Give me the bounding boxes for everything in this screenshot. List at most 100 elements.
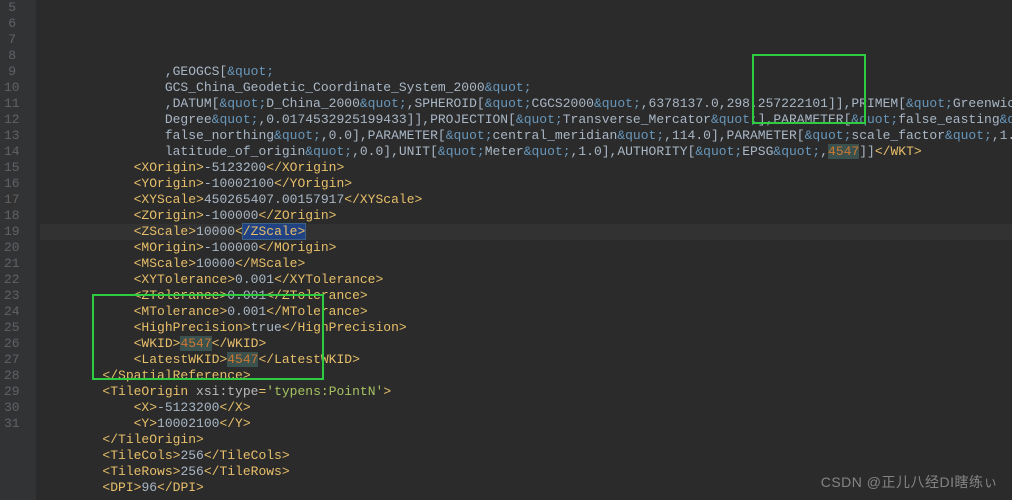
code-line[interactable]: <LatestWKID>4547</LatestWKID> — [40, 352, 1012, 368]
line-number: 27 — [4, 352, 16, 368]
line-number: 7 — [4, 32, 16, 48]
token: , — [820, 144, 828, 159]
token: Degree — [165, 112, 212, 127]
code-area[interactable]: ,GEOGCS[&quot; GCS_China_Geodetic_Coordi… — [36, 0, 1012, 500]
code-line[interactable]: ,DATUM[&quot;D_China_2000&quot;,SPHEROID… — [40, 96, 1012, 112]
code-line[interactable]: </TileOrigin> — [40, 432, 1012, 448]
token: </WKT> — [875, 144, 922, 159]
token: <MTolerance> — [134, 304, 228, 319]
token: /ZScale> — [243, 224, 305, 239]
code-line[interactable]: <MScale>10000</MScale> — [40, 256, 1012, 272]
token: 450265407.00157917 — [204, 192, 344, 207]
token: D_China_2000 — [266, 96, 360, 111]
line-number: 29 — [4, 384, 16, 400]
token: 0.001 — [235, 272, 274, 287]
token: CGCS2000 — [532, 96, 594, 111]
token: </MTolerance> — [266, 304, 367, 319]
token: ,6378137.0,298.257222101]],PRIMEM[ — [641, 96, 906, 111]
code-editor[interactable]: 5678910111213141516171819202122232425262… — [0, 0, 1012, 500]
token: &quot; — [851, 112, 898, 127]
line-number-gutter: 5678910111213141516171819202122232425262… — [0, 0, 24, 500]
token: ,0.0],UNIT[ — [352, 144, 438, 159]
code-line[interactable]: Degree&quot;,0.0174532925199433]],PROJEC… — [40, 112, 1012, 128]
token: </MScale> — [235, 256, 305, 271]
token: 10000 — [196, 256, 235, 271]
token: &quot; — [906, 96, 953, 111]
token: <ZOrigin> — [134, 208, 204, 223]
line-number: 11 — [4, 96, 16, 112]
token: 4547 — [828, 144, 859, 159]
watermark: CSDN @正儿八经DI瞎练ぃ — [821, 474, 998, 490]
token: </ZTolerance> — [266, 288, 367, 303]
token: <TileCols> — [102, 448, 180, 463]
token: ,DATUM[ — [165, 96, 220, 111]
code-line[interactable]: <TileOrigin xsi:type='typens:PointN'> — [40, 384, 1012, 400]
token: -10002100 — [204, 176, 274, 191]
token: </ZOrigin> — [258, 208, 336, 223]
token: &quot; — [212, 112, 259, 127]
token: </DPI> — [157, 480, 204, 495]
code-line[interactable]: <XYTolerance>0.001</XYTolerance> — [40, 272, 1012, 288]
line-number: 15 — [4, 160, 16, 176]
token: <MScale> — [134, 256, 196, 271]
code-line[interactable]: <YOrigin>-10002100</YOrigin> — [40, 176, 1012, 192]
token: </TileRows> — [204, 464, 290, 479]
line-number: 16 — [4, 176, 16, 192]
token: ,SPHEROID[ — [407, 96, 485, 111]
token: ]] — [859, 144, 875, 159]
token: &quot; — [594, 96, 641, 111]
token: 10002100 — [157, 416, 219, 431]
code-line[interactable]: <ZTolerance>0.001</ZTolerance> — [40, 288, 1012, 304]
line-number: 13 — [4, 128, 16, 144]
token: &quot; — [945, 128, 992, 143]
code-line[interactable]: </SpatialReference> — [40, 368, 1012, 384]
token: 0.001 — [227, 304, 266, 319]
token: <TileOrigin — [102, 384, 196, 399]
code-line[interactable]: <ZScale>10000</ZScale> — [40, 224, 1012, 240]
code-line[interactable]: <MTolerance>0.001</MTolerance> — [40, 304, 1012, 320]
token: ,114.0],PARAMETER[ — [664, 128, 804, 143]
token: &quot; — [219, 96, 266, 111]
code-line[interactable]: <ZOrigin>-100000</ZOrigin> — [40, 208, 1012, 224]
code-line[interactable]: <TileCols>256</TileCols> — [40, 448, 1012, 464]
code-line[interactable]: <HighPrecision>true</HighPrecision> — [40, 320, 1012, 336]
token: 'typens:PointN' — [266, 384, 383, 399]
token: </LatestWKID> — [258, 352, 359, 367]
code-line[interactable]: <XYScale>450265407.00157917</XYScale> — [40, 192, 1012, 208]
code-line[interactable]: <X>-5123200</X> — [40, 400, 1012, 416]
token: <ZScale> — [134, 224, 196, 239]
line-number: 26 — [4, 336, 16, 352]
line-number: 25 — [4, 320, 16, 336]
token: scale_factor — [851, 128, 945, 143]
token: &quot; — [227, 64, 274, 79]
code-line[interactable]: GCS_China_Geodetic_Coordinate_System_200… — [40, 80, 1012, 96]
token: ,1.0],PARAMETE — [992, 128, 1012, 143]
token: </TileCols> — [204, 448, 290, 463]
code-line[interactable]: ,GEOGCS[&quot; — [40, 64, 1012, 80]
token: </MOrigin> — [258, 240, 336, 255]
token: 4547 — [227, 352, 258, 367]
line-number: 5 — [4, 0, 16, 16]
token: -5123200 — [204, 160, 266, 175]
line-number: 10 — [4, 80, 16, 96]
line-number: 24 — [4, 304, 16, 320]
token: <LatestWKID> — [134, 352, 228, 367]
token: 256 — [180, 464, 203, 479]
token: -100000 — [204, 208, 259, 223]
token: </WKID> — [212, 336, 267, 351]
code-line[interactable]: false_northing&quot;,0.0],PARAMETER[&quo… — [40, 128, 1012, 144]
token: <MOrigin> — [134, 240, 204, 255]
token: &quot; — [711, 112, 758, 127]
code-line[interactable]: <Y>10002100</Y> — [40, 416, 1012, 432]
token: </XOrigin> — [266, 160, 344, 175]
code-line[interactable]: <WKID>4547</WKID> — [40, 336, 1012, 352]
token: GCS_China_Geodetic_Coordinate_System_200… — [165, 80, 485, 95]
token: <X> — [134, 400, 157, 415]
token: &quot; — [773, 144, 820, 159]
line-number: 17 — [4, 192, 16, 208]
code-line[interactable]: latitude_of_origin&quot;,0.0],UNIT[&quot… — [40, 144, 1012, 160]
code-line[interactable]: <MOrigin>-100000</MOrigin> — [40, 240, 1012, 256]
token: EPSG — [742, 144, 773, 159]
token: Meter — [485, 144, 524, 159]
code-line[interactable]: <XOrigin>-5123200</XOrigin> — [40, 160, 1012, 176]
